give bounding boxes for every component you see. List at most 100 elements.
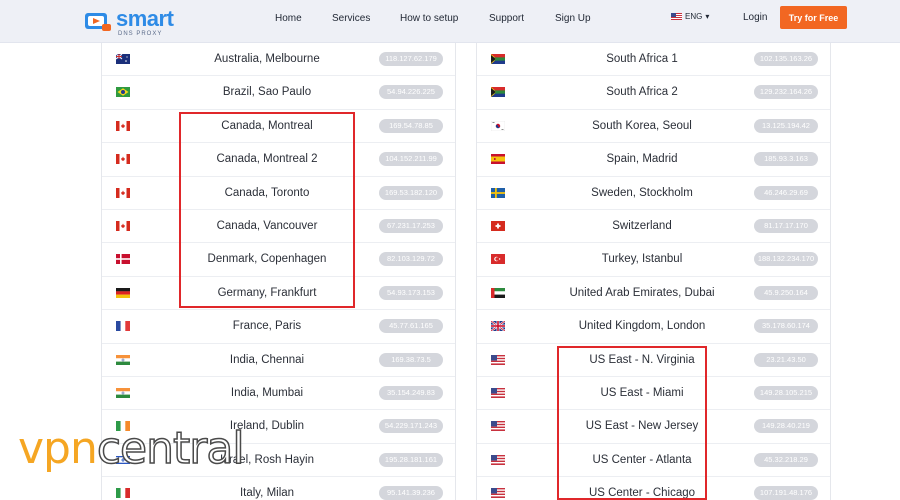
highlight-box-us [557,346,707,500]
flag-ae-icon [491,287,505,298]
flag-ca-icon [116,120,130,131]
flag-in-icon [116,387,130,398]
flag-ca-icon [116,187,130,198]
server-ip-badge[interactable]: 149.28.105.215 [754,385,818,400]
server-ip-badge[interactable]: 169.53.182.120 [379,185,443,200]
server-ip-badge[interactable]: 118.127.62.179 [379,52,443,66]
server-ip-badge[interactable]: 169.54.78.85 [379,118,443,133]
server-ip-badge[interactable]: 45.32.218.29 [754,452,818,467]
flag-br-icon [116,87,130,98]
server-ip-badge[interactable]: 13.125.194.42 [754,118,818,133]
server-ip-badge[interactable]: 81.17.17.170 [754,218,818,233]
server-ip-badge[interactable]: 129.232.164.26 [754,85,818,100]
nav-support[interactable]: Support [489,13,524,24]
server-ip-badge[interactable]: 54.94.226.225 [379,85,443,100]
server-ip-badge[interactable]: 104.152.211.99 [379,152,443,167]
server-location: India, Mumbai [230,386,304,399]
flag-us-icon [491,488,505,499]
logo-name: smart [116,5,174,31]
server-row: France, Paris 45.77.61.165 [102,310,455,344]
nav-sign-up[interactable]: Sign Up [555,13,591,24]
server-location: Italy, Milan [239,487,295,500]
flag-kr-icon [491,120,505,131]
flag-in-icon [116,354,130,365]
flag-za-icon [491,87,505,98]
flag-fr-icon [116,321,130,332]
logo-icon [85,13,111,31]
login-link[interactable]: Login [743,12,767,23]
page: smart DNS PROXY Home Services How to set… [0,0,900,500]
server-row: South Africa 2 129.232.164.26 [477,76,830,110]
watermark-central: central [96,423,245,474]
server-location: India, Chennai [229,353,305,366]
server-row: Australia, Melbourne 118.127.62.179 [102,43,455,77]
server-location: South Korea, Seoul [592,119,692,132]
server-ip-badge[interactable]: 45.9.250.164 [754,285,818,300]
server-location: South Africa 1 [606,53,678,65]
flag-es-icon [491,154,505,165]
server-location: United Arab Emirates, Dubai [569,286,715,299]
server-row: Italy, Milan 95.141.39.236 [102,477,455,500]
server-location: Sweden, Stockholm [591,186,693,199]
server-row: India, Chennai 169.38.73.5 [102,344,455,377]
logo[interactable]: smart DNS PROXY [84,5,174,38]
server-ip-badge[interactable]: 46.246.29.69 [754,185,818,200]
flag-it-icon [116,488,130,499]
chevron-down-icon: ▾ [705,12,710,21]
server-ip-badge[interactable]: 35.178.60.174 [754,319,818,334]
flag-us-icon [491,421,505,432]
server-ip-badge[interactable]: 67.231.17.253 [379,218,443,233]
language-selector[interactable]: ENG ▾ [671,12,709,21]
flag-se-icon [491,187,505,198]
server-ip-badge[interactable]: 82.103.129.72 [379,252,443,267]
server-row: United Kingdom, London 35.178.60.174 [477,310,830,344]
server-ip-badge[interactable]: 169.38.73.5 [379,352,443,367]
server-location: Turkey, Istanbul [601,253,683,266]
language-label: ENG [685,12,703,21]
us-flag-icon [671,13,682,20]
server-ip-badge[interactable]: 185.93.3.163 [754,152,818,167]
flag-us-icon [491,454,505,465]
server-location: United Kingdom, London [578,320,706,333]
server-row: India, Mumbai 35.154.249.83 [102,377,455,411]
server-row: South Korea, Seoul 13.125.194.42 [477,110,830,144]
flag-us-icon [491,387,505,398]
nav-services[interactable]: Services [332,13,370,24]
server-ip-badge[interactable]: 102.135.163.26 [754,52,818,66]
server-location: France, Paris [232,320,302,333]
server-ip-badge[interactable]: 54.93.173.153 [379,285,443,300]
server-row: Turkey, Istanbul 188.132.234.170 [477,243,830,277]
server-ip-badge[interactable]: 95.141.39.236 [379,486,443,500]
flag-ch-icon [491,220,505,231]
server-ip-badge[interactable]: 188.132.234.170 [754,252,818,267]
server-row: Brazil, Sao Paulo 54.94.226.225 [102,76,455,110]
server-ip-badge[interactable]: 45.77.61.165 [379,319,443,334]
highlight-box-canada-europe [179,112,355,308]
try-for-free-button[interactable]: Try for Free [780,6,847,29]
server-row: South Africa 1 102.135.163.26 [477,43,830,77]
flag-ca-icon [116,154,130,165]
server-ip-badge[interactable]: 107.191.48.176 [754,486,818,500]
server-location: South Africa 2 [606,86,678,99]
nav-home[interactable]: Home [275,13,302,24]
flag-us-icon [491,354,505,365]
flag-ca-icon [116,220,130,231]
vpncentral-watermark: vpncentral [18,423,318,474]
logo-sub: DNS PROXY [118,30,163,37]
server-location: Australia, Melbourne [214,53,320,65]
flag-gb-icon [491,321,505,332]
site-header: smart DNS PROXY Home Services How to set… [0,0,900,43]
server-ip-badge[interactable]: 195.28.181.161 [379,452,443,467]
flag-za-icon [491,54,505,64]
flag-de-icon [116,287,130,298]
nav-how-to-setup[interactable]: How to setup [400,13,458,24]
server-location: Spain, Madrid [606,153,678,166]
server-row: Switzerland 81.17.17.170 [477,210,830,244]
server-row: United Arab Emirates, Dubai 45.9.250.164 [477,277,830,311]
server-ip-badge[interactable]: 23.21.43.50 [754,352,818,367]
server-location: Brazil, Sao Paulo [222,86,312,99]
server-ip-badge[interactable]: 149.28.40.219 [754,419,818,434]
server-ip-badge[interactable]: 35.154.249.83 [379,385,443,400]
server-row: Spain, Madrid 185.93.3.163 [477,143,830,177]
server-ip-badge[interactable]: 54.229.171.243 [379,419,443,434]
